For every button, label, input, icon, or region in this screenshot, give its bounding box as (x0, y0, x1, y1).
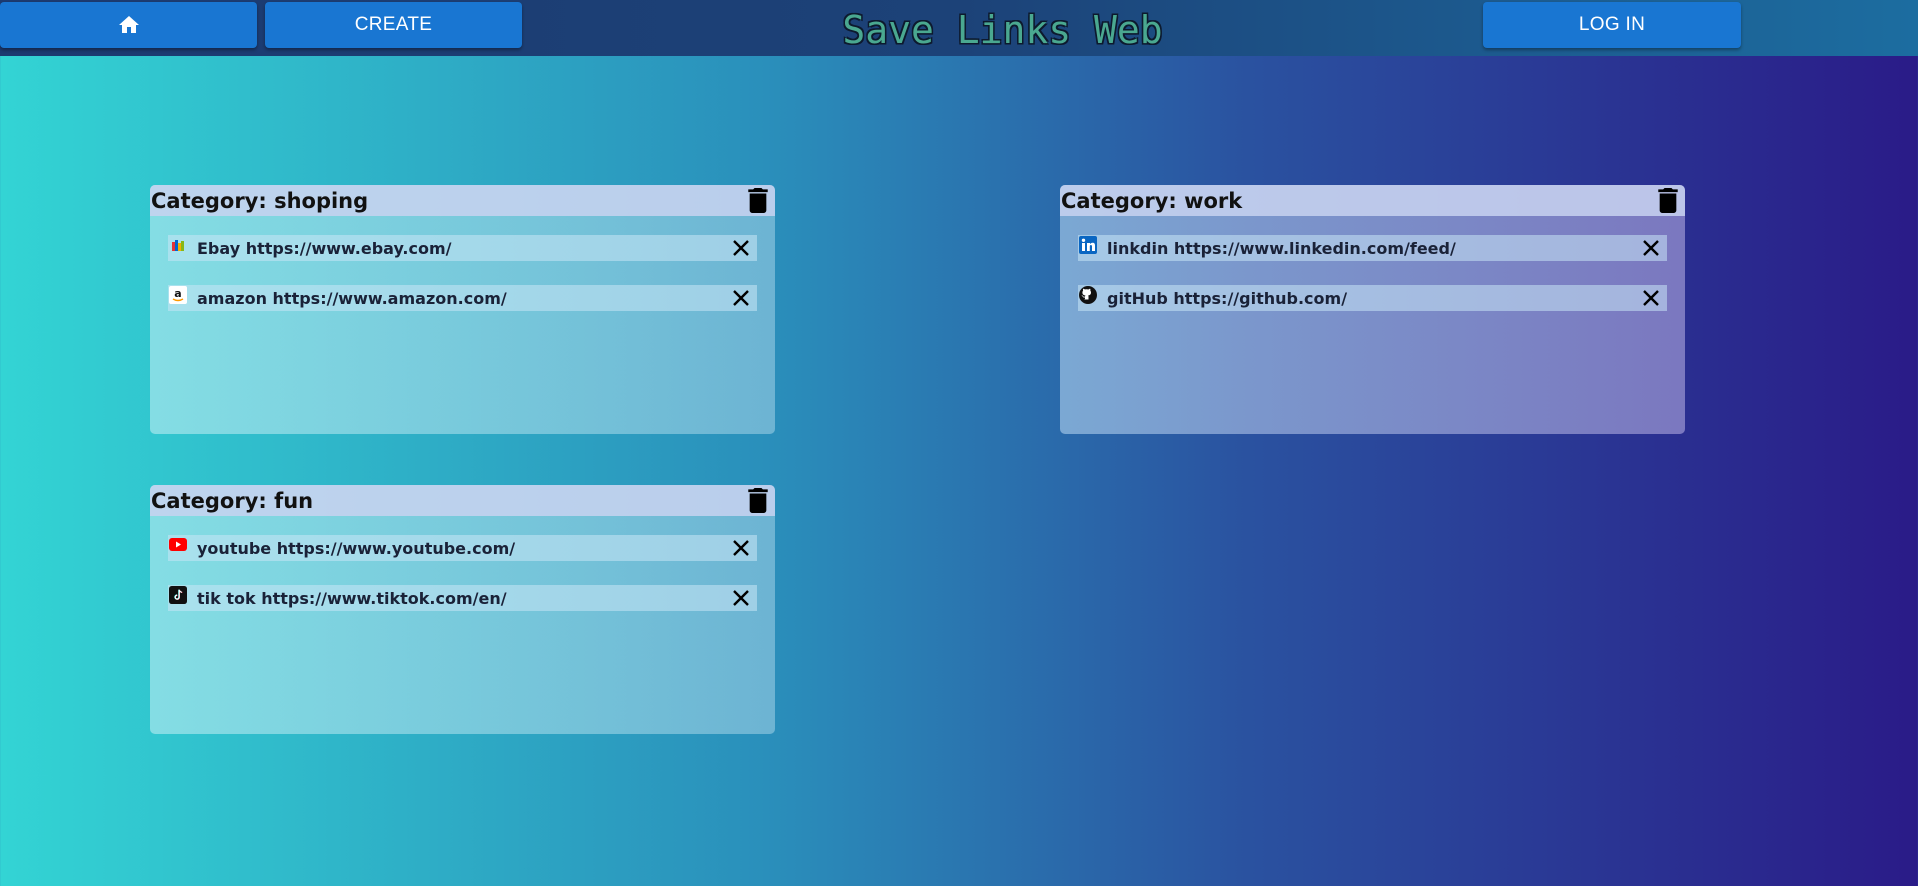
tiktok-icon (169, 586, 187, 604)
close-icon[interactable] (1641, 238, 1661, 258)
category-card-shoping: Category: shoping Ebay https://www.ebay.… (150, 185, 775, 434)
link-item: tik tok https://www.tiktok.com/en/ (168, 585, 757, 611)
category-card-fun: Category: fun youtube https://www.youtub… (150, 485, 775, 734)
close-icon[interactable] (731, 538, 751, 558)
amazon-icon: a (169, 286, 187, 304)
link-text[interactable]: youtube https://www.youtube.com/ (197, 539, 515, 558)
category-title: Category: work (1061, 188, 1243, 213)
linkedin-icon (1079, 236, 1097, 254)
close-icon[interactable] (731, 588, 751, 608)
category-header: Category: fun (150, 485, 775, 516)
link-item: Ebay https://www.ebay.com/ (168, 235, 757, 261)
link-text[interactable]: Ebay https://www.ebay.com/ (197, 239, 451, 258)
svg-text:a: a (174, 287, 181, 300)
trash-icon[interactable] (747, 488, 769, 513)
link-text[interactable]: linkdin https://www.linkedin.com/feed/ (1107, 239, 1456, 258)
category-title: Category: shoping (151, 188, 369, 213)
home-button[interactable] (0, 2, 257, 48)
brand-title: Save Links Web (842, 8, 1163, 52)
link-text[interactable]: amazon https://www.amazon.com/ (197, 289, 507, 308)
trash-icon[interactable] (1657, 188, 1679, 213)
github-icon (1079, 286, 1097, 304)
link-item: a amazon https://www.amazon.com/ (168, 285, 757, 311)
link-text[interactable]: tik tok https://www.tiktok.com/en/ (197, 589, 507, 608)
home-icon (118, 16, 139, 33)
youtube-icon (169, 536, 187, 554)
link-item: gitHub https://github.com/ (1078, 285, 1667, 311)
top-navbar: CREATE Save Links Web LOG IN (0, 0, 1918, 56)
category-card-work: Category: work linkdin https://www.linke… (1060, 185, 1685, 434)
link-item: linkdin https://www.linkedin.com/feed/ (1078, 235, 1667, 261)
category-header: Category: work (1060, 185, 1685, 216)
category-title: Category: fun (151, 488, 314, 513)
create-button[interactable]: CREATE (265, 2, 522, 48)
trash-icon[interactable] (747, 188, 769, 213)
close-icon[interactable] (1641, 288, 1661, 308)
link-text[interactable]: gitHub https://github.com/ (1107, 289, 1347, 308)
link-item: youtube https://www.youtube.com/ (168, 535, 757, 561)
close-icon[interactable] (731, 238, 751, 258)
category-header: Category: shoping (150, 185, 775, 216)
ebay-icon (169, 236, 187, 254)
login-button[interactable]: LOG IN (1483, 2, 1741, 48)
close-icon[interactable] (731, 288, 751, 308)
